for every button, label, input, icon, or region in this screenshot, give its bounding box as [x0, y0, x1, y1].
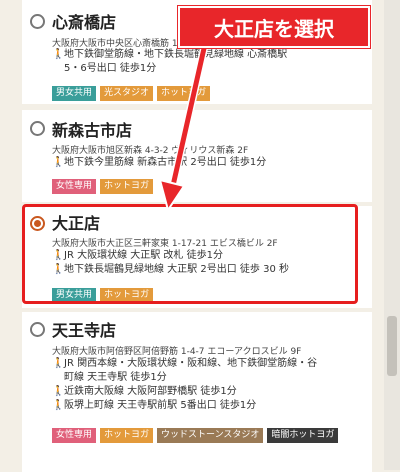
- store-address: 大阪府大阪市阿倍野区阿倍野筋 1-4-7 エコーアクロスビル 9F: [52, 347, 302, 357]
- store-access: 🚶地下鉄御堂筋線・地下鉄長堀鶴見緑地線 心斎橋駅 5・6号出口 徒歩1分: [52, 48, 287, 76]
- callout-label: 大正店を選択: [178, 6, 370, 48]
- tag-badge: ホットヨガ: [100, 179, 154, 194]
- scrollbar-thumb[interactable]: [387, 316, 397, 376]
- store-access: 🚶地下鉄今里筋線 新森古市駅 2号出口 徒歩1分: [52, 156, 266, 170]
- tag-badge: ホットヨガ: [157, 86, 211, 101]
- store-name: 天王寺店: [52, 321, 117, 340]
- store-tags: 女性専用 ホットヨガ: [52, 179, 154, 194]
- store-radio[interactable]: [30, 322, 45, 337]
- access-line: 🚶阪堺上町線 天王寺駅前駅 5番出口 徒歩1分: [52, 400, 257, 411]
- access-line: 町線 天王寺駅 徒歩1分: [64, 372, 167, 383]
- walking-person-icon: 🚶: [52, 386, 65, 397]
- store-radio[interactable]: [30, 14, 45, 29]
- access-line: 5・6号出口 徒歩1分: [64, 63, 157, 74]
- tag-badge: ホットヨガ: [100, 428, 154, 443]
- tag-badge: 女性専用: [52, 179, 97, 194]
- walking-person-icon: 🚶: [52, 400, 65, 411]
- tag-badge: 男女共用: [52, 86, 97, 101]
- store-access: 🚶JR 関西本線・大阪環状線・阪和線、地下鉄御堂筋線・谷 町線 天王寺駅 徒歩1…: [52, 357, 317, 413]
- tag-badge: 女性専用: [52, 428, 97, 443]
- store-name: 心斎橋店: [52, 13, 117, 32]
- store-radio[interactable]: [30, 121, 45, 136]
- tag-badge: 光スタジオ: [100, 86, 154, 101]
- store-tags: 男女共用 光スタジオ ホットヨガ: [52, 86, 211, 101]
- walking-person-icon: 🚶: [52, 358, 65, 369]
- walking-person-icon: 🚶: [52, 157, 65, 168]
- store-name: 新森古市店: [52, 121, 133, 140]
- store-card[interactable]: 新森古市店 大阪府大阪市旭区新森 4-3-2 ヴィリウス新森 2F 🚶地下鉄今里…: [22, 110, 372, 202]
- tag-badge: 暗闇ホットヨガ: [267, 428, 339, 443]
- walking-person-icon: 🚶: [52, 49, 65, 60]
- store-tags: 女性専用 ホットヨガ ウッドストーンスタジオ 暗闇ホットヨガ: [52, 428, 352, 443]
- scrollbar[interactable]: [384, 0, 400, 470]
- access-line: 🚶地下鉄今里筋線 新森古市駅 2号出口 徒歩1分: [52, 157, 267, 168]
- access-line: 🚶近鉄南大阪線 大阪阿部野橋駅 徒歩1分: [52, 386, 237, 397]
- access-line: 🚶JR 関西本線・大阪環状線・阪和線、地下鉄御堂筋線・谷: [52, 358, 318, 369]
- access-line: 🚶地下鉄御堂筋線・地下鉄長堀鶴見緑地線 心斎橋駅: [52, 49, 288, 60]
- store-card[interactable]: 天王寺店 大阪府大阪市阿倍野区阿倍野筋 1-4-7 エコーアクロスビル 9F 🚶…: [22, 312, 372, 472]
- tag-badge: ウッドストーンスタジオ: [157, 428, 264, 443]
- store-address: 大阪府大阪市旭区新森 4-3-2 ヴィリウス新森 2F: [52, 146, 249, 156]
- selection-highlight-box: [22, 204, 358, 304]
